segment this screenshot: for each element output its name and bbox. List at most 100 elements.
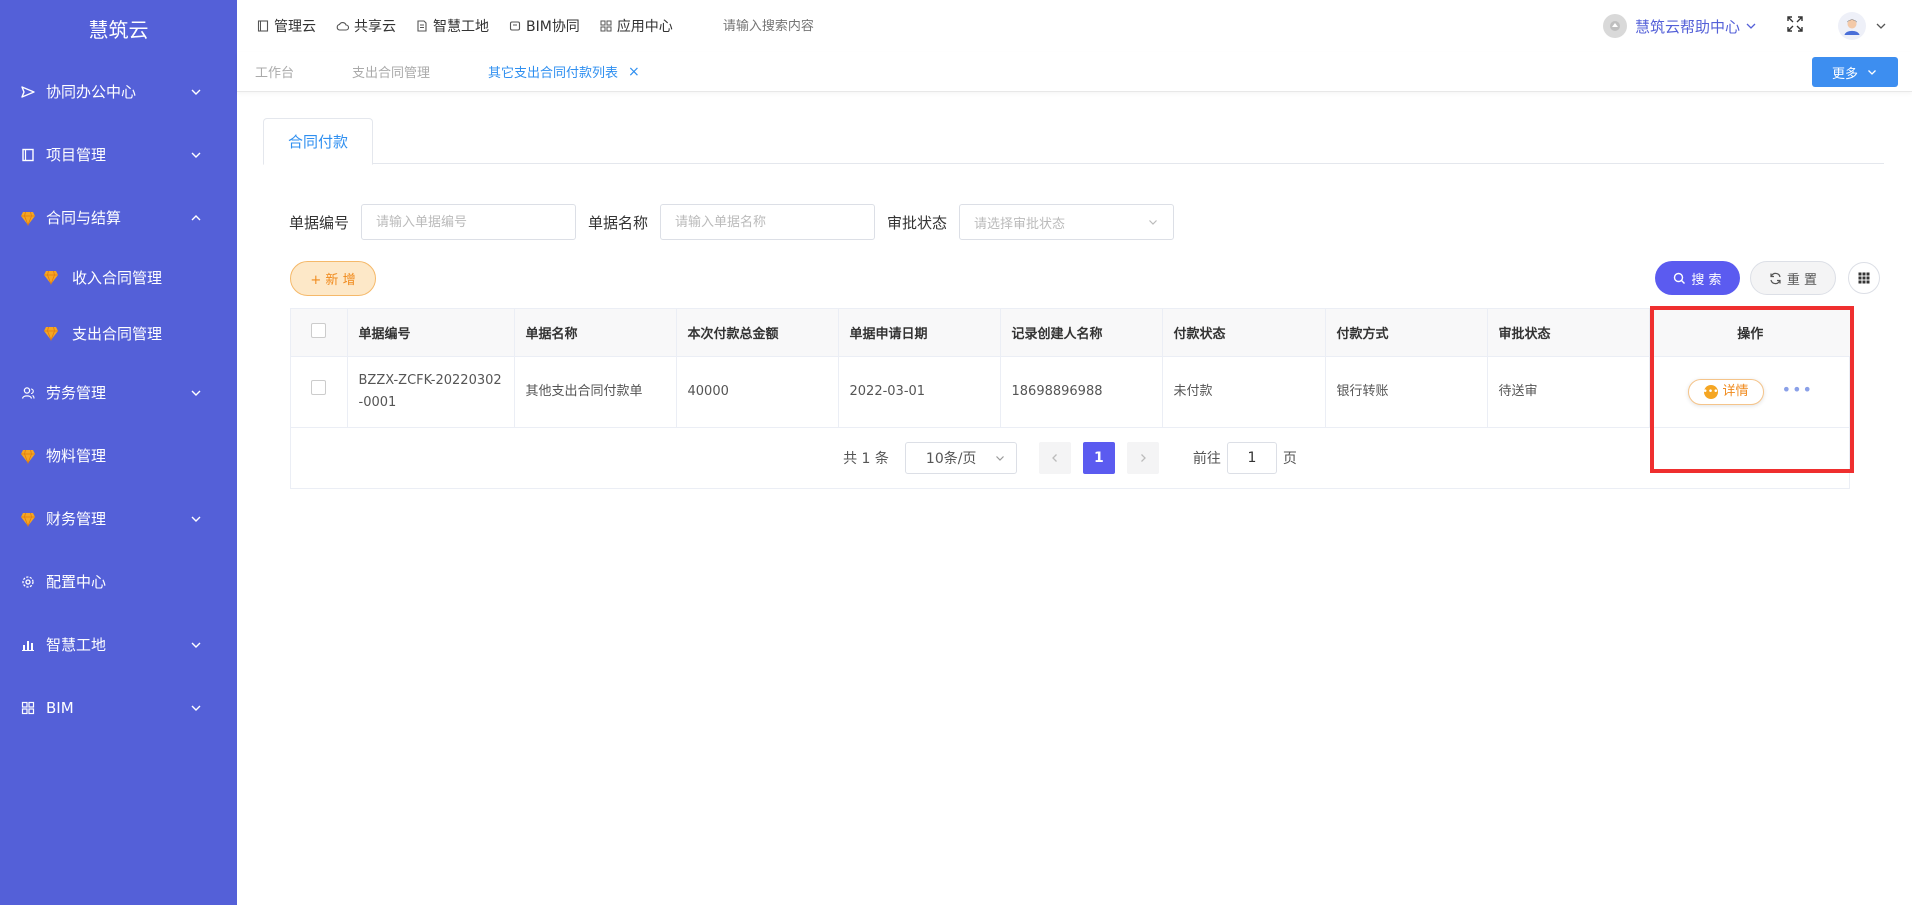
topnav-item-app-center[interactable]: 应用中心 — [600, 16, 673, 36]
column-header: 单据申请日期 — [838, 309, 1001, 357]
sidebar-item-label: 物料管理 — [46, 447, 107, 465]
more-label: 更多 — [1831, 66, 1858, 82]
topnav-item-management-cloud[interactable]: 管理云 — [257, 16, 316, 36]
amount-cell: 40000 — [676, 356, 839, 428]
card-tabs: 合同付款 — [263, 118, 1884, 165]
sidebar-item-config[interactable]: 配置中心 — [0, 550, 237, 613]
column-settings-button[interactable] — [1848, 262, 1880, 294]
chevron-down-icon[interactable] — [1874, 19, 1888, 33]
sidebar-subitem-expense-contract[interactable]: 支出合同管理 — [0, 305, 237, 361]
approval-status-placeholder: 请选择审批状态 — [974, 216, 1066, 232]
add-button[interactable]: + 新 增 — [290, 261, 376, 296]
refresh-icon — [1770, 272, 1781, 284]
topnav-item-label: 智慧工地 — [433, 19, 489, 35]
sidebar-item-label: 劳务管理 — [46, 384, 107, 402]
help-logo-icon — [1602, 14, 1627, 38]
topnav-item-smart-site[interactable]: 智慧工地 — [416, 16, 489, 36]
tab-label: 其它支出合同付款列表 — [488, 66, 619, 81]
row-checkbox[interactable] — [311, 380, 327, 395]
search-icon — [1674, 272, 1686, 284]
grid-icon — [1858, 272, 1870, 284]
top-right-actions: 慧筑云帮助中心 — [1602, 0, 1888, 52]
column-header: 付款方式 — [1325, 309, 1488, 357]
diamond-icon — [20, 511, 36, 527]
highlight-annotation-box — [1650, 306, 1854, 473]
row-select-cell — [291, 356, 348, 428]
filter-bar: 单据编号 单据名称 审批状态 请选择审批状态 — [289, 204, 1175, 240]
sidebar-item-bim[interactable]: BIM — [0, 676, 237, 739]
bill-name-cell: 其他支出合同付款单 — [514, 356, 677, 428]
next-page-button[interactable] — [1126, 441, 1159, 474]
top-bar: 管理云 共享云 智慧工地 BIM协同 应用中心 慧筑云帮助中心 — [237, 0, 1912, 52]
chevron-down-icon — [191, 516, 201, 522]
chevron-down-icon — [1149, 220, 1157, 225]
grid-icon — [600, 20, 612, 32]
sidebar-item-finance[interactable]: 财务管理 — [0, 487, 237, 550]
prev-page-button[interactable] — [1038, 441, 1071, 474]
diamond-icon — [42, 268, 60, 286]
chevron-down-icon — [191, 642, 201, 648]
bill-name-input[interactable] — [660, 204, 876, 240]
help-center-dropdown[interactable]: 慧筑云帮助中心 — [1602, 14, 1758, 38]
fullscreen-icon[interactable] — [1786, 15, 1804, 37]
sidebar-item-project[interactable]: 项目管理 — [0, 123, 237, 186]
goto-page-input[interactable] — [1226, 441, 1277, 474]
reset-button[interactable]: 重 置 — [1750, 261, 1836, 295]
tab-workbench[interactable]: 工作台 — [237, 62, 312, 81]
total-count: 共 1 条 — [843, 450, 889, 467]
global-search-input[interactable] — [722, 18, 963, 34]
goto-label: 前往 — [1192, 450, 1221, 467]
chevron-down-icon — [995, 455, 1004, 461]
tab-other-expense-contract-payment-list[interactable]: 其它支出合同付款列表 × — [470, 62, 658, 82]
sidebar-item-material[interactable]: 物料管理 — [0, 424, 237, 487]
page-number-button[interactable]: 1 — [1082, 441, 1115, 474]
main-content: 合同付款 单据编号 单据名称 审批状态 请选择审批状态 + 新 增 搜 索 重 … — [263, 118, 1884, 489]
bill-no-input[interactable] — [361, 204, 577, 240]
column-header: 记录创建人名称 — [1000, 309, 1163, 357]
user-group-icon — [20, 385, 36, 401]
sidebar-item-label: 配置中心 — [46, 573, 107, 591]
top-nav: 管理云 共享云 智慧工地 BIM协同 应用中心 — [237, 16, 963, 36]
tab-contract-payment[interactable]: 合同付款 — [263, 118, 374, 165]
payment-table: 单据编号 单据名称 本次付款总金额 单据申请日期 记录创建人名称 付款状态 付款… — [290, 308, 1851, 489]
chevron-down-icon — [191, 390, 201, 396]
table-header-row: 单据编号 单据名称 本次付款总金额 单据申请日期 记录创建人名称 付款状态 付款… — [291, 309, 1851, 357]
creator-cell: 18698896988 — [1000, 356, 1163, 428]
chevron-up-icon — [191, 214, 201, 220]
topnav-item-label: 共享云 — [354, 19, 396, 35]
goto-page: 前往 页 — [1192, 441, 1297, 474]
tab-expense-contract-management[interactable]: 支出合同管理 — [334, 62, 448, 81]
sidebar-item-label: BIM — [46, 698, 74, 717]
topnav-item-label: 管理云 — [274, 19, 316, 35]
pagination: 共 1 条 10条/页 1 前往 页 — [291, 428, 1849, 488]
approval-status-select[interactable]: 请选择审批状态 — [959, 204, 1175, 240]
close-icon[interactable]: × — [628, 64, 640, 80]
chevron-down-icon — [191, 152, 201, 158]
sidebar-item-label: 智慧工地 — [46, 636, 107, 654]
topnav-item-bim-collab[interactable]: BIM协同 — [509, 16, 580, 36]
tab-label: 支出合同管理 — [352, 66, 431, 81]
page-unit-label: 页 — [1282, 450, 1297, 467]
diamond-icon — [42, 324, 60, 342]
page-size-select[interactable]: 10条/页 — [904, 441, 1017, 474]
sidebar-item-labor[interactable]: 劳务管理 — [0, 361, 237, 424]
search-label: 搜 索 — [1691, 272, 1722, 288]
more-button[interactable]: 更多 — [1812, 57, 1898, 87]
select-all-checkbox[interactable] — [311, 322, 327, 338]
document-icon — [417, 20, 427, 32]
reset-label: 重 置 — [1786, 272, 1818, 288]
pay-status-cell: 未付款 — [1162, 356, 1326, 428]
sidebar-item-smart-site[interactable]: 智慧工地 — [0, 613, 237, 676]
sidebar-item-collab-office[interactable]: 协同办公中心 — [0, 60, 237, 123]
sidebar-item-contract[interactable]: 合同与结算 — [0, 186, 237, 249]
column-header: 单据名称 — [514, 309, 677, 357]
diamond-icon — [20, 210, 36, 226]
grid-icon — [20, 700, 36, 716]
search-button[interactable]: 搜 索 — [1655, 261, 1740, 295]
page-size-value: 10条/页 — [925, 450, 977, 467]
bill-name-label: 单据名称 — [588, 213, 649, 232]
topnav-item-shared-cloud[interactable]: 共享云 — [336, 16, 396, 36]
send-icon — [20, 84, 36, 100]
avatar[interactable] — [1838, 12, 1866, 40]
sidebar-subitem-income-contract[interactable]: 收入合同管理 — [0, 249, 237, 305]
